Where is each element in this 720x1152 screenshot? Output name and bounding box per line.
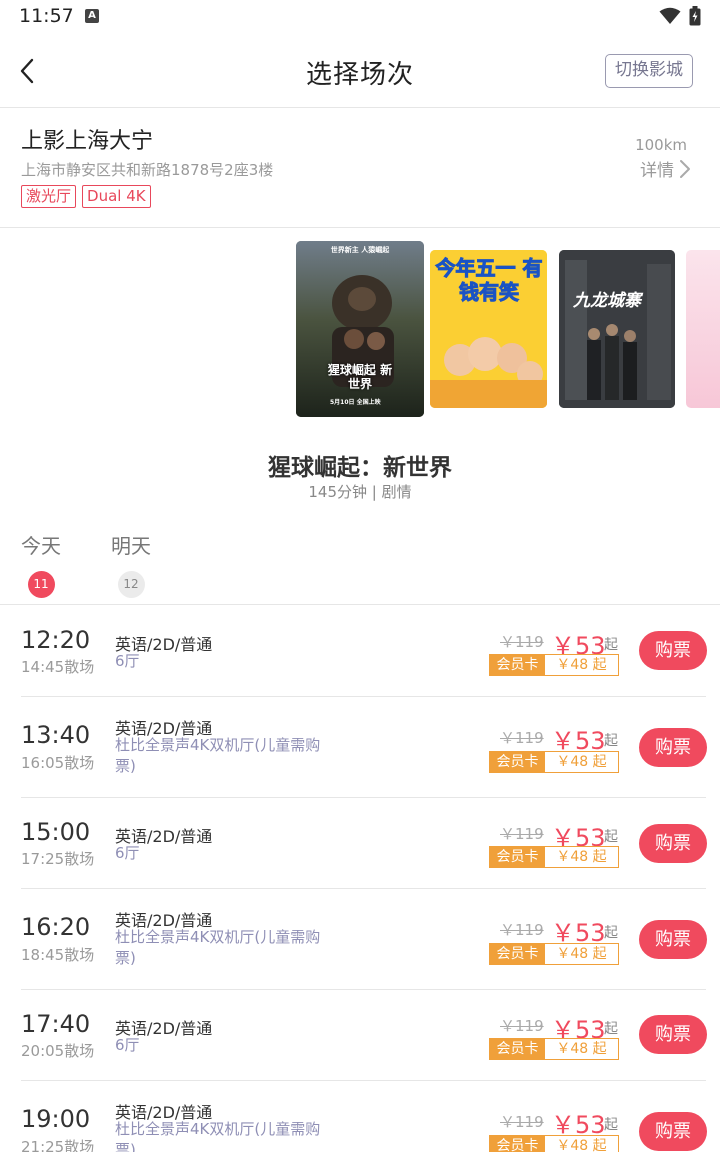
session-row[interactable]: 12:20 14:45散场 英语/2D/普通 6厅 ￥119 ￥53 起 会员卡… bbox=[0, 606, 720, 697]
session-row[interactable]: 15:00 17:25散场 英语/2D/普通 6厅 ￥119 ￥53 起 会员卡… bbox=[0, 798, 720, 889]
price-from-label: 起 bbox=[604, 1021, 618, 1037]
poster-title-text: 今年五一 有钱有笑 bbox=[435, 256, 543, 305]
date-day-badge: 11 bbox=[27, 571, 55, 598]
member-price: ￥48 起 bbox=[545, 944, 618, 964]
session-row[interactable]: 17:40 20:05散场 英语/2D/普通 6厅 ￥119 ￥53 起 会员卡… bbox=[0, 990, 720, 1081]
buy-ticket-button[interactable]: 购票 bbox=[639, 728, 707, 767]
member-card-price: 会员卡 ￥48 起 bbox=[489, 751, 619, 773]
status-time: 11:57 bbox=[19, 5, 74, 27]
detail-label: 详情 bbox=[640, 161, 674, 181]
price-from-label: 起 bbox=[604, 637, 618, 653]
poster-planet-of-apes[interactable]: 世界新主 人猿崛起 猩球崛起 新世界 5月10日 全国上映 bbox=[296, 241, 424, 417]
session-row[interactable]: 16:20 18:45散场 英语/2D/普通 杜比全景声4K双机厅(儿童需购票)… bbox=[0, 889, 720, 990]
cinema-distance: 100km bbox=[635, 136, 687, 154]
date-tab-tomorrow[interactable]: 明天 12 bbox=[111, 530, 151, 598]
session-start-time: 16:20 bbox=[21, 913, 91, 941]
battery-icon bbox=[689, 6, 701, 30]
price-from-label: 起 bbox=[604, 733, 618, 749]
member-price: ￥48 起 bbox=[545, 655, 618, 675]
member-card-price: 会员卡 ￥48 起 bbox=[489, 1135, 619, 1152]
session-row[interactable]: 13:40 16:05散场 英语/2D/普通 杜比全景声4K双机厅(儿童需购票)… bbox=[0, 697, 720, 798]
member-price: ￥48 起 bbox=[545, 752, 618, 772]
original-price: ￥119 bbox=[500, 729, 544, 747]
original-price: ￥119 bbox=[500, 1113, 544, 1131]
poster-title-text: 猩球崛起 新世界 bbox=[327, 363, 393, 391]
member-card-price: 会员卡 ￥48 起 bbox=[489, 943, 619, 965]
member-card-label: 会员卡 bbox=[490, 1136, 545, 1152]
cinema-detail-link[interactable]: 详情 bbox=[640, 156, 692, 181]
buy-ticket-button[interactable]: 购票 bbox=[639, 824, 707, 863]
tag-laser-hall: 激光厅 bbox=[21, 185, 77, 208]
member-price: ￥48 起 bbox=[545, 1039, 618, 1059]
price-from-label: 起 bbox=[604, 829, 618, 845]
member-card-price: 会员卡 ￥48 起 bbox=[489, 846, 619, 868]
session-end-time: 20:05散场 bbox=[21, 1042, 95, 1060]
poster-comedy[interactable]: 今年五一 有钱有笑 bbox=[430, 250, 547, 408]
cinema-address: 上海市静安区共和新路1878号2座3楼 bbox=[21, 161, 274, 179]
buy-ticket-button[interactable]: 购票 bbox=[639, 920, 707, 959]
date-tab-today[interactable]: 今天 11 bbox=[21, 530, 61, 598]
member-card-label: 会员卡 bbox=[490, 752, 545, 772]
session-end-time: 21:25散场 bbox=[21, 1138, 95, 1152]
session-start-time: 17:40 bbox=[21, 1010, 91, 1038]
session-end-time: 14:45散场 bbox=[21, 658, 95, 676]
member-card-label: 会员卡 bbox=[490, 847, 545, 867]
poster-partial[interactable] bbox=[686, 250, 720, 408]
price-from-label: 起 bbox=[604, 925, 618, 941]
poster-carousel[interactable]: 世界新主 人猿崛起 猩球崛起 新世界 5月10日 全国上映 今年五一 有钱有笑 … bbox=[0, 228, 720, 428]
wifi-icon bbox=[659, 7, 681, 29]
member-card-price: 会员卡 ￥48 起 bbox=[489, 654, 619, 676]
session-hall: 杜比全景声4K双机厅(儿童需购票) bbox=[115, 736, 321, 775]
session-hall: 6厅 bbox=[115, 652, 140, 670]
poster-title-text: 九龙城寨 bbox=[573, 291, 641, 311]
status-bar: 11:57 A bbox=[0, 0, 720, 34]
member-price: ￥48 起 bbox=[545, 847, 618, 867]
original-price: ￥119 bbox=[500, 921, 544, 939]
member-card-label: 会员卡 bbox=[490, 944, 545, 964]
poster-walled-in[interactable]: 九龙城寨 bbox=[559, 250, 675, 408]
member-card-price: 会员卡 ￥48 起 bbox=[489, 1038, 619, 1060]
original-price: ￥119 bbox=[500, 825, 544, 843]
session-end-time: 18:45散场 bbox=[21, 946, 95, 964]
movie-meta: 145分钟 | 剧情 bbox=[308, 483, 412, 501]
session-end-time: 17:25散场 bbox=[21, 850, 95, 868]
session-hall: 6厅 bbox=[115, 1036, 140, 1054]
original-price: ￥119 bbox=[500, 633, 544, 651]
session-hall: 6厅 bbox=[115, 844, 140, 862]
poster-date-text: 5月10日 全国上映 bbox=[330, 399, 381, 406]
cinema-tags: 激光厅 Dual 4K bbox=[21, 185, 151, 208]
poster-top-text: 世界新主 人猿崛起 bbox=[330, 246, 390, 254]
divider bbox=[0, 604, 720, 605]
buy-ticket-button[interactable]: 购票 bbox=[639, 631, 707, 670]
switch-cinema-button[interactable]: 切换影城 bbox=[605, 54, 693, 88]
session-start-time: 12:20 bbox=[21, 626, 91, 654]
header: 选择场次 切换影城 bbox=[0, 34, 720, 108]
member-card-label: 会员卡 bbox=[490, 1039, 545, 1059]
member-price: ￥48 起 bbox=[545, 1136, 618, 1152]
date-label: 明天 bbox=[111, 534, 151, 558]
notification-icon: A bbox=[85, 9, 99, 23]
price-from-label: 起 bbox=[604, 1117, 618, 1133]
movie-title: 猩球崛起：新世界 bbox=[268, 455, 452, 481]
buy-ticket-button[interactable]: 购票 bbox=[639, 1112, 707, 1151]
session-start-time: 13:40 bbox=[21, 721, 91, 749]
date-label: 今天 bbox=[21, 534, 61, 558]
session-hall: 杜比全景声4K双机厅(儿童需购票) bbox=[115, 928, 321, 967]
original-price: ￥119 bbox=[500, 1017, 544, 1035]
buy-ticket-button[interactable]: 购票 bbox=[639, 1015, 707, 1054]
session-start-time: 19:00 bbox=[21, 1105, 91, 1133]
session-end-time: 16:05散场 bbox=[21, 754, 95, 772]
date-day-badge: 12 bbox=[117, 571, 145, 598]
cinema-info: 上影上海大宁 上海市静安区共和新路1878号2座3楼 激光厅 Dual 4K 1… bbox=[0, 108, 720, 228]
session-start-time: 15:00 bbox=[21, 818, 91, 846]
poster-art bbox=[559, 250, 675, 408]
tag-dual-4k: Dual 4K bbox=[82, 185, 151, 208]
session-hall: 杜比全景声4K双机厅(儿童需购票) bbox=[115, 1120, 321, 1152]
member-card-label: 会员卡 bbox=[490, 655, 545, 675]
cinema-name: 上影上海大宁 bbox=[21, 129, 154, 154]
chevron-right-icon bbox=[680, 159, 690, 178]
session-row[interactable]: 19:00 21:25散场 英语/2D/普通 杜比全景声4K双机厅(儿童需购票)… bbox=[0, 1081, 720, 1152]
